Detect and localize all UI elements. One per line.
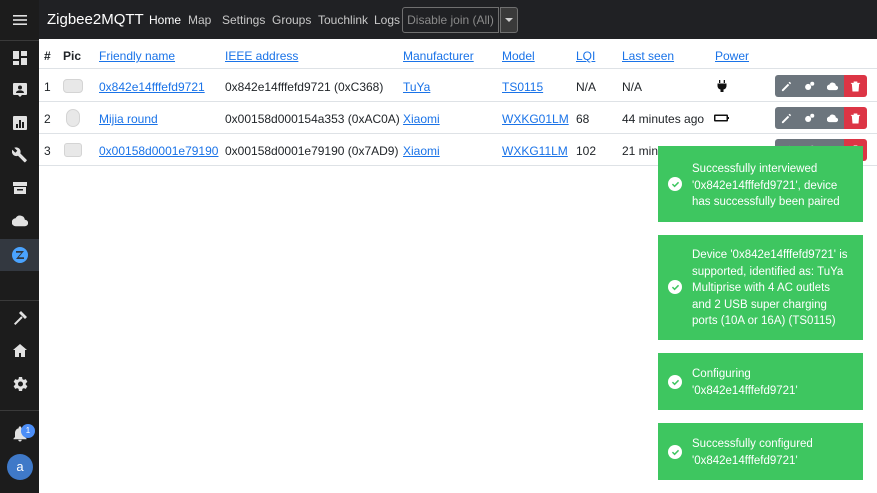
lqi-value: 68 [576, 112, 590, 126]
check-circle-icon [668, 280, 682, 294]
header-power[interactable]: Power [715, 49, 749, 63]
ieee-address: 0x842e14fffefd9721 (0xC368) [225, 80, 384, 94]
row-divider [39, 133, 877, 134]
chart-icon[interactable] [0, 107, 39, 139]
nav-groups[interactable]: Groups [272, 13, 311, 27]
hammer-icon[interactable] [0, 302, 39, 334]
row-actions [775, 75, 867, 97]
edit-button[interactable] [775, 107, 798, 129]
edit-icon [781, 81, 791, 91]
cloud-icon[interactable] [0, 205, 39, 237]
nav-logs[interactable]: Logs [374, 13, 400, 27]
cloud-button[interactable] [821, 107, 844, 129]
toast-message: Device '0x842e14fffefd9721' is supported… [692, 249, 848, 327]
device-image [64, 143, 82, 157]
lqi-value: 102 [576, 144, 597, 158]
ieee-address: 0x00158d0001e79190 (0x7AD9) [225, 144, 399, 158]
ieee-address: 0x00158d000154a353 (0xAC0A) [225, 112, 400, 126]
trash-icon [850, 112, 861, 124]
notification-badge: 1 [21, 424, 35, 438]
friendly-name-link[interactable]: Mijia round [99, 112, 158, 126]
plug-icon [716, 80, 728, 95]
manufacturer-link[interactable]: Xiaomi [403, 144, 440, 158]
nav-settings[interactable]: Settings [222, 13, 265, 27]
device-image [66, 109, 80, 127]
header-pic: Pic [63, 49, 82, 63]
toast-notification[interactable]: Configuring '0x842e14fffefd9721' [658, 353, 863, 410]
gear-icon[interactable] [0, 368, 39, 400]
nav-touchlink[interactable]: Touchlink [318, 13, 368, 27]
manufacturer-link[interactable]: TuYa [403, 80, 430, 94]
model-link[interactable]: WXKG01LM [502, 112, 569, 126]
check-circle-icon [668, 445, 682, 459]
device-image [63, 79, 83, 93]
friendly-name-link[interactable]: 0x842e14fffefd9721 [99, 80, 205, 94]
disable-join-button[interactable]: Disable join (All) [402, 7, 499, 33]
sidebar: 1 a [0, 0, 39, 493]
sidebar-divider [0, 410, 39, 411]
lqi-value: N/A [576, 80, 597, 94]
header-last-seen[interactable]: Last seen [622, 49, 674, 63]
toast-message: Successfully configured '0x842e14fffefd9… [692, 438, 813, 467]
edit-button[interactable] [775, 75, 798, 97]
toast-notification[interactable]: Device '0x842e14fffefd9721' is supported… [658, 235, 863, 340]
header-model[interactable]: Model [502, 49, 535, 63]
zigbee-icon[interactable] [0, 239, 39, 271]
avatar[interactable]: a [7, 454, 33, 480]
header-num: # [44, 49, 51, 63]
join-dropdown-toggle[interactable] [500, 7, 518, 33]
top-navbar: Zigbee2MQTT Home Map Settings Groups Tou… [39, 0, 877, 39]
edit-icon [781, 113, 791, 123]
account-box-icon[interactable] [0, 74, 39, 106]
header-friendly-name[interactable]: Friendly name [99, 49, 175, 63]
dashboard-icon[interactable] [0, 42, 39, 74]
row-divider [39, 101, 877, 102]
wrench-icon[interactable] [0, 139, 39, 171]
table-header-divider [39, 68, 877, 69]
toast-notification[interactable]: Successfully configured '0x842e14fffefd9… [658, 423, 863, 480]
nav-home[interactable]: Home [149, 13, 181, 27]
cogs-icon [805, 113, 815, 122]
toast-message: Configuring '0x842e14fffefd9721' [692, 368, 798, 397]
header-manufacturer[interactable]: Manufacturer [403, 49, 474, 63]
configure-button[interactable] [798, 107, 821, 129]
friendly-name-link[interactable]: 0x00158d0001e79190 [99, 144, 218, 158]
last-seen: N/A [622, 80, 643, 94]
sidebar-divider [0, 40, 39, 41]
hacs-icon[interactable] [0, 172, 39, 204]
row-number: 2 [44, 112, 51, 126]
manufacturer-link[interactable]: Xiaomi [403, 112, 440, 126]
toast-message: Successfully interviewed '0x842e14fffefd… [692, 163, 840, 208]
cogs-icon [805, 81, 815, 90]
cloud-icon [827, 114, 838, 122]
cloud-icon [827, 82, 838, 90]
row-number: 1 [44, 80, 51, 94]
check-circle-icon [668, 177, 682, 191]
model-link[interactable]: TS0115 [502, 80, 543, 94]
chevron-down-icon [505, 18, 513, 22]
delete-button[interactable] [844, 75, 867, 97]
toast-notification[interactable]: Successfully interviewed '0x842e14fffefd… [658, 146, 863, 222]
menu-icon[interactable] [0, 4, 39, 36]
nav-map[interactable]: Map [188, 13, 211, 27]
row-actions [775, 107, 867, 129]
configure-button[interactable] [798, 75, 821, 97]
sidebar-divider [0, 300, 39, 301]
brand-title[interactable]: Zigbee2MQTT [47, 11, 144, 28]
trash-icon [850, 80, 861, 92]
header-lqi[interactable]: LQI [576, 49, 595, 63]
model-link[interactable]: WXKG11LM [502, 144, 568, 158]
last-seen: 44 minutes ago [622, 112, 705, 126]
home-settings-icon[interactable] [0, 335, 39, 367]
header-ieee-address[interactable]: IEEE address [225, 49, 298, 63]
cloud-button[interactable] [821, 75, 844, 97]
battery-icon [714, 112, 730, 127]
row-number: 3 [44, 144, 51, 158]
delete-button[interactable] [844, 107, 867, 129]
check-circle-icon [668, 375, 682, 389]
